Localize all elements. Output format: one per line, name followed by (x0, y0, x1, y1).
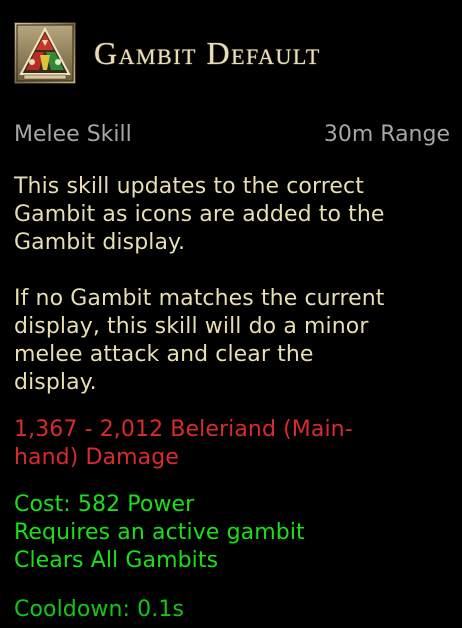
skill-range-label: 30m Range (323, 122, 450, 147)
skill-cooldown: Cooldown: 0.1s (14, 597, 185, 622)
tooltip-header: Gambit Default (12, 22, 452, 86)
skill-description: This skill updates to the correct Gambit… (14, 174, 385, 395)
skill-type-label: Melee Skill (14, 122, 132, 147)
skill-meta-row: Melee Skill 30m Range (14, 122, 450, 152)
skill-damage: 1,367 - 2,012 Beleriand (Main- hand) Dam… (14, 417, 353, 470)
skill-title: Gambit Default (94, 35, 321, 71)
skill-cost-requirements: Cost: 582 Power Requires an active gambi… (14, 492, 305, 573)
gambit-triangle-icon (14, 22, 76, 84)
skill-tooltip: Gambit Default Melee Skill 30m Range Thi… (0, 0, 462, 628)
